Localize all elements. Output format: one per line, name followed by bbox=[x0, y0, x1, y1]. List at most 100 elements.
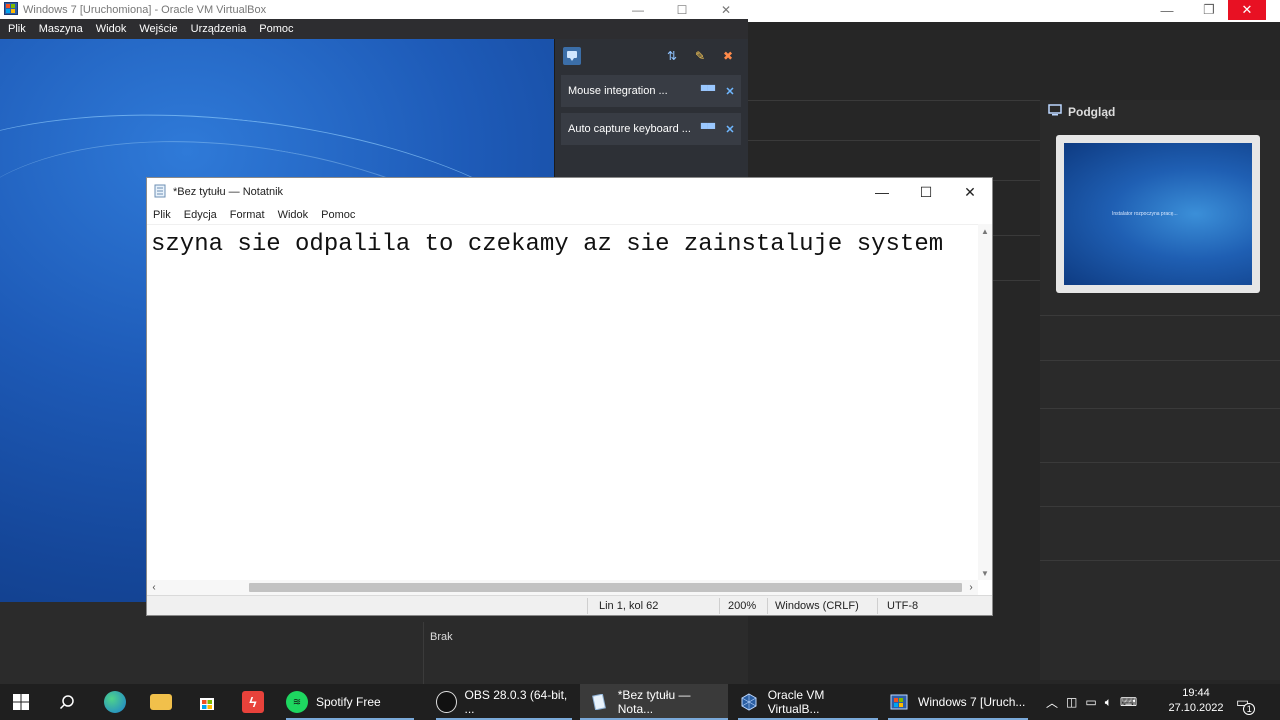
clock[interactable]: 19:44 27.10.2022 bbox=[1166, 686, 1226, 716]
obs-icon bbox=[436, 691, 457, 713]
notepad-titlebar: *Bez tytułu — Notatnik — ☐ ✕ bbox=[147, 178, 992, 206]
virtualbox-title-text: Windows 7 [Uruchomiona] - Oracle VM Virt… bbox=[23, 3, 267, 16]
taskbar-item-obs[interactable]: OBS 28.0.3 (64-bit, ... bbox=[436, 684, 572, 720]
notification-close-icon[interactable]: ✕ bbox=[719, 85, 741, 98]
virtualbox-menubar: Plik Maszyna Widok Wejście Urządzenia Po… bbox=[0, 19, 748, 39]
notification-text: Auto capture keyboard ... bbox=[568, 123, 691, 135]
store-icon bbox=[196, 691, 218, 713]
dismiss-all-icon[interactable]: ✖ bbox=[719, 47, 737, 65]
flash-icon: ϟ bbox=[242, 691, 264, 713]
menu-widok[interactable]: Widok bbox=[278, 209, 309, 221]
divider bbox=[1040, 462, 1280, 463]
notification-info-icon[interactable]: ▀▀ bbox=[697, 86, 719, 97]
chevron-up-icon[interactable]: ︿ bbox=[1046, 694, 1058, 711]
clock-date: 27.10.2022 bbox=[1168, 702, 1224, 714]
menu-pomoc[interactable]: Pomoc bbox=[259, 23, 293, 35]
maximize-button[interactable]: ☐ bbox=[904, 178, 948, 206]
notification-close-icon[interactable]: ✕ bbox=[719, 123, 741, 136]
background-bottom-area bbox=[0, 620, 748, 684]
notification-text: Mouse integration ... bbox=[568, 85, 668, 97]
background-app-titlebar: — ❐ ✕ bbox=[748, 0, 1280, 22]
taskbar-item-label: Windows 7 [Uruch... bbox=[918, 695, 1026, 709]
taskbar-item-vm-window[interactable]: Windows 7 [Uruch... bbox=[888, 684, 1028, 720]
menu-widok[interactable]: Widok bbox=[96, 23, 127, 35]
menu-edycja[interactable]: Edycja bbox=[184, 209, 217, 221]
close-button[interactable]: ✕ bbox=[1228, 0, 1266, 20]
virtualbox-title: Windows 7 [Uruchomiona] - Oracle VM Virt… bbox=[4, 1, 267, 18]
volume-icon[interactable]: 🔈︎ bbox=[1105, 695, 1112, 710]
sort-icon[interactable]: ⇅ bbox=[663, 47, 681, 65]
action-center-button[interactable]: ▭ 1 bbox=[1236, 684, 1256, 720]
menu-plik[interactable]: Plik bbox=[153, 209, 171, 221]
notepad-icon bbox=[588, 691, 610, 713]
maximize-button[interactable]: ☐ bbox=[660, 0, 704, 19]
preview-title: Podgląd bbox=[1068, 104, 1116, 119]
taskbar-item-label: *Bez tytułu — Nota... bbox=[617, 688, 691, 716]
notepad-icon bbox=[153, 184, 167, 201]
search-button[interactable] bbox=[56, 684, 78, 720]
camera-icon[interactable]: ◫ bbox=[1066, 695, 1077, 709]
menu-wejscie[interactable]: Wejście bbox=[139, 23, 177, 35]
notification-item[interactable]: Mouse integration ... ▀▀ ✕ bbox=[561, 75, 741, 107]
edge-button[interactable] bbox=[104, 684, 126, 720]
windows-start-icon bbox=[10, 691, 32, 713]
close-button[interactable]: ✕ bbox=[948, 178, 992, 206]
notification-pin-icon[interactable] bbox=[563, 47, 581, 65]
flash-app-button[interactable]: ϟ bbox=[242, 684, 264, 720]
keyboard-icon[interactable]: ⌨︎ bbox=[1120, 695, 1137, 709]
taskbar-item-spotify[interactable]: ≋ Spotify Free bbox=[286, 684, 414, 720]
spotify-icon: ≋ bbox=[286, 691, 308, 713]
notification-item[interactable]: Auto capture keyboard ... ▀▀ ✕ bbox=[561, 113, 741, 145]
minimize-button[interactable]: — bbox=[1144, 0, 1190, 20]
virtualbox-vm-icon bbox=[4, 1, 18, 18]
zoom-level: 200% bbox=[728, 600, 757, 612]
menu-urzadzenia[interactable]: Urządzenia bbox=[191, 23, 247, 35]
divider bbox=[1040, 360, 1280, 361]
divider bbox=[748, 100, 1040, 101]
preview-screen-text: Instalator rozpoczyna pracę... bbox=[1112, 211, 1178, 217]
virtualbox-vm-icon bbox=[888, 691, 910, 713]
scrollbar-thumb[interactable] bbox=[249, 583, 962, 592]
notepad-text-area[interactable]: szyna sie odpalila to czekamy az sie zai… bbox=[147, 224, 978, 580]
start-button[interactable] bbox=[10, 684, 32, 720]
preview-header: Podgląd bbox=[1048, 104, 1115, 119]
status-text: Brak bbox=[430, 631, 453, 643]
scroll-up-icon[interactable]: ▲ bbox=[978, 224, 992, 238]
menu-format[interactable]: Format bbox=[230, 209, 265, 221]
menu-maszyna[interactable]: Maszyna bbox=[39, 23, 83, 35]
taskbar-item-label: OBS 28.0.3 (64-bit, ... bbox=[464, 688, 568, 716]
notification-info-icon[interactable]: ▀▀ bbox=[697, 124, 719, 135]
file-explorer-button[interactable] bbox=[150, 684, 172, 720]
preview-frame: Instalator rozpoczyna pracę... bbox=[1056, 135, 1260, 293]
scroll-right-icon[interactable]: › bbox=[964, 580, 978, 595]
vertical-scrollbar[interactable]: ▲ ▼ bbox=[978, 224, 992, 580]
divider bbox=[877, 598, 878, 614]
taskbar: ϟ ≋ Spotify Free OBS 28.0.3 (64-bit, ...… bbox=[0, 684, 1280, 720]
minimize-button[interactable]: — bbox=[860, 178, 904, 206]
preview-screen: Instalator rozpoczyna pracę... bbox=[1064, 143, 1252, 285]
horizontal-scrollbar[interactable]: ‹ › bbox=[147, 580, 978, 595]
store-button[interactable] bbox=[196, 684, 218, 720]
minimize-button[interactable]: — bbox=[616, 0, 660, 19]
divider bbox=[719, 598, 720, 614]
notepad-statusbar: Lin 1, kol 62 200% Windows (CRLF) UTF-8 bbox=[147, 595, 992, 615]
cursor-position: Lin 1, kol 62 bbox=[599, 600, 659, 612]
menu-plik[interactable]: Plik bbox=[8, 23, 26, 35]
folder-icon bbox=[150, 694, 172, 710]
divider bbox=[1040, 408, 1280, 409]
system-tray: ︿ ◫ ▭ 🔈︎ ⌨︎ bbox=[1046, 684, 1137, 720]
clear-icon[interactable]: ✎ bbox=[691, 47, 709, 65]
menu-pomoc[interactable]: Pomoc bbox=[321, 209, 355, 221]
close-button[interactable]: ✕ bbox=[704, 0, 748, 19]
divider bbox=[1040, 315, 1280, 316]
maximize-button[interactable]: ❐ bbox=[1186, 0, 1232, 20]
network-icon[interactable]: ▭ bbox=[1085, 695, 1096, 709]
notepad-window: *Bez tytułu — Notatnik — ☐ ✕ Plik Edycja… bbox=[146, 177, 993, 616]
scroll-left-icon[interactable]: ‹ bbox=[147, 580, 161, 595]
divider bbox=[1040, 560, 1280, 561]
divider bbox=[748, 140, 1040, 141]
taskbar-item-virtualbox[interactable]: Oracle VM VirtualB... bbox=[738, 684, 878, 720]
taskbar-item-notepad[interactable]: *Bez tytułu — Nota... bbox=[580, 684, 728, 720]
notepad-title: *Bez tytułu — Notatnik bbox=[153, 184, 283, 201]
scroll-down-icon[interactable]: ▼ bbox=[978, 566, 992, 580]
